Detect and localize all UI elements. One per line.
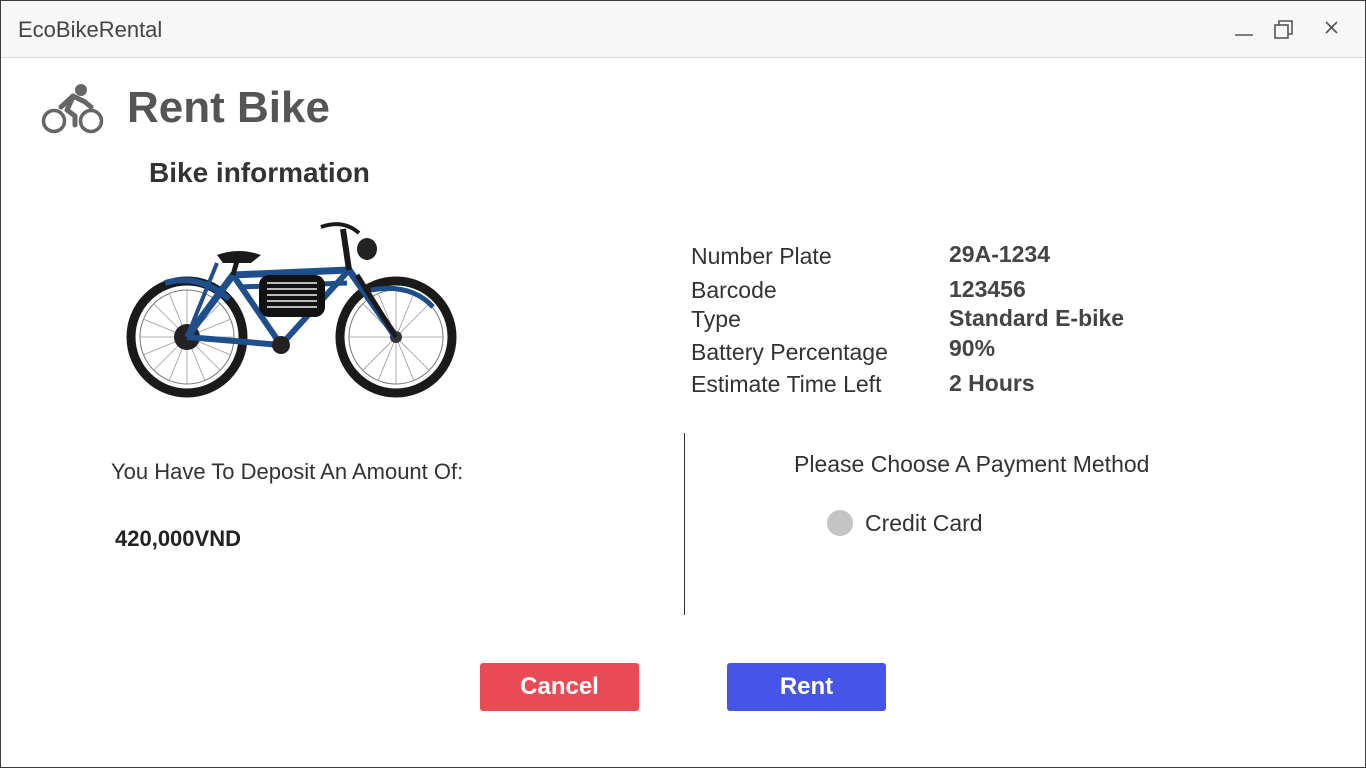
rent-button[interactable]: Rent bbox=[727, 663, 886, 711]
electric-bike-image bbox=[121, 215, 466, 410]
section-title: Bike information bbox=[149, 157, 370, 188]
page-title: Rent Bike bbox=[127, 83, 330, 132]
estimate-time-left-label: Estimate Time Left bbox=[691, 371, 882, 397]
cancel-button[interactable]: Cancel bbox=[480, 663, 639, 711]
number-plate-label: Number Plate bbox=[691, 243, 832, 269]
close-icon[interactable] bbox=[1317, 15, 1347, 45]
maximize-icon[interactable] bbox=[1269, 15, 1299, 45]
credit-card-label: Credit Card bbox=[865, 509, 983, 536]
title-bar: EcoBikeRental bbox=[1, 1, 1365, 58]
deposit-amount: 420,000VND bbox=[115, 526, 241, 551]
window-title: EcoBikeRental bbox=[18, 17, 163, 42]
barcode-value: 123456 bbox=[949, 276, 1026, 302]
battery-percentage-value: 90% bbox=[949, 335, 996, 361]
payment-method-title: Please Choose A Payment Method bbox=[794, 451, 1150, 477]
barcode-label: Barcode bbox=[691, 277, 777, 303]
credit-card-radio[interactable] bbox=[827, 510, 853, 536]
cyclist-icon bbox=[41, 83, 105, 142]
type-label: Type bbox=[691, 306, 741, 332]
battery-percentage-label: Battery Percentage bbox=[691, 339, 888, 365]
app-window: EcoBikeRental Rent Bike Bike information… bbox=[0, 0, 1366, 768]
estimate-time-left-value: 2 Hours bbox=[949, 370, 1035, 396]
payment-option-credit-card[interactable]: Credit Card bbox=[827, 509, 983, 537]
minimize-icon[interactable] bbox=[1230, 15, 1260, 45]
vertical-divider bbox=[684, 433, 685, 615]
deposit-label: You Have To Deposit An Amount Of: bbox=[111, 459, 464, 484]
type-value: Standard E-bike bbox=[949, 305, 1125, 331]
number-plate-value: 29A-1234 bbox=[949, 241, 1051, 267]
